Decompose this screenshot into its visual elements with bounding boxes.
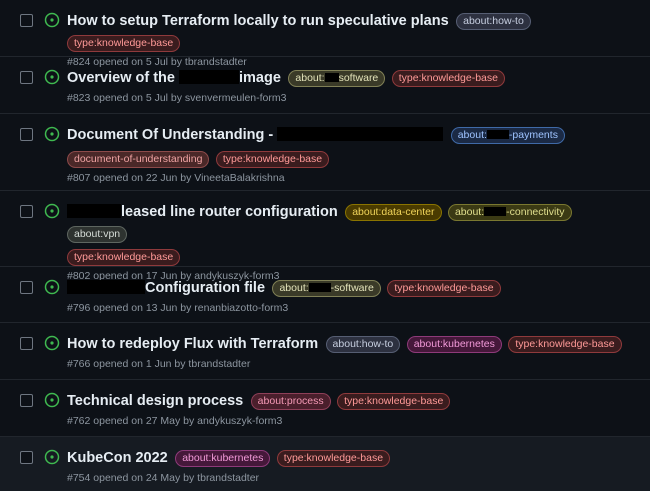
label-about-software[interactable]: about: -software (272, 280, 381, 297)
issue-meta: #754 opened on 24 May by tbrandstadter (67, 472, 260, 484)
issue-row: How to redeploy Flux with Terraform abou… (0, 323, 650, 380)
title-part: Configuration file (145, 280, 266, 296)
issue-row: KubeCon 2022 about:kubernetes type:knowl… (0, 437, 650, 491)
label-about-how-to[interactable]: about:how-to (456, 13, 531, 30)
label-about-kubernetes[interactable]: about:kubernetes (175, 450, 271, 467)
issue-checkbox[interactable] (20, 394, 33, 407)
label-part: software (338, 72, 379, 84)
label-type-knowledge-base[interactable]: type:knowledge-base (391, 70, 505, 87)
issue-row: leased line router configuration about:d… (0, 191, 650, 282)
label-part: about: (457, 129, 487, 141)
issue-checkbox[interactable] (20, 281, 33, 294)
issue-checkbox[interactable] (20, 451, 33, 464)
issue-opened-icon (44, 335, 60, 351)
issue-opened-icon (44, 449, 60, 465)
redaction-block (486, 130, 509, 139)
issue-meta: #766 opened on 1 Jun by tbrandstadter (67, 358, 251, 370)
issue-row: Technical design process about:process t… (0, 380, 650, 437)
redaction-block (484, 207, 507, 216)
label-type-knowledge-base[interactable]: type:knowledge-base (67, 249, 181, 266)
label-about-connectivity[interactable]: about: -connectivity (447, 204, 572, 221)
issue-row: Overview of the image about: software typ… (0, 57, 650, 114)
label-about-data-center[interactable]: about:data-center (345, 204, 442, 221)
label-part: -software (330, 282, 374, 294)
issue-opened-icon (44, 279, 60, 295)
issue-checkbox[interactable] (20, 71, 33, 84)
issue-opened-icon (44, 12, 60, 28)
label-about-process[interactable]: about:process (250, 393, 331, 410)
redaction-block (67, 204, 121, 218)
issue-row: Configuration file about: -software type:… (0, 267, 650, 323)
issue-opened-icon (44, 392, 60, 408)
title-part: image (239, 70, 281, 86)
label-part: -payments (508, 129, 558, 141)
redaction-block (324, 73, 339, 82)
issue-meta: #796 opened on 13 Jun by renanbiazotto-f… (67, 302, 289, 314)
label-part: -connectivity (506, 206, 565, 218)
issue-meta: #823 opened on 5 Jul by svenvermeulen-fo… (67, 92, 287, 104)
label-document-of-understanding[interactable]: document-of-understanding (67, 151, 210, 168)
issue-title-link[interactable]: How to redeploy Flux with Terraform (67, 336, 318, 352)
label-about-payments[interactable]: about: -payments (450, 127, 565, 144)
issue-meta: #762 opened on 27 May by andykuszyk-form… (67, 415, 283, 427)
redaction-block (277, 127, 444, 141)
label-about-software[interactable]: about: software (288, 70, 386, 87)
issue-row: Document Of Understanding - about: -payme… (0, 114, 650, 191)
redaction-block (179, 70, 240, 84)
issue-title-link[interactable]: KubeCon 2022 (67, 450, 168, 466)
label-type-knowledge-base[interactable]: type:knowledge-base (67, 35, 181, 52)
issue-title-link[interactable]: Document Of Understanding - (67, 127, 444, 143)
issue-title-link[interactable]: leased line router configuration (67, 204, 338, 220)
issue-row: How to setup Terraform locally to run sp… (0, 0, 650, 68)
redaction-block (67, 280, 145, 294)
redaction-block (308, 283, 331, 292)
issue-title-link[interactable]: Technical design process (67, 393, 243, 409)
issue-opened-icon (44, 126, 60, 142)
issue-opened-icon (44, 203, 60, 219)
title-part: leased line router configuration (121, 204, 338, 220)
issue-checkbox[interactable] (20, 128, 33, 141)
label-part: about: (295, 72, 325, 84)
label-part: about: (454, 206, 485, 218)
label-type-knowledge-base[interactable]: type:knowledge-base (387, 280, 501, 297)
issue-title-link[interactable]: Configuration file (67, 280, 265, 296)
issue-list: How to setup Terraform locally to run sp… (0, 0, 650, 491)
label-about-how-to[interactable]: about:how-to (325, 336, 401, 353)
title-part: Document Of Understanding - (67, 127, 274, 143)
label-type-knowledge-base[interactable]: type:knowledge-base (337, 393, 451, 410)
issue-checkbox[interactable] (20, 337, 33, 350)
label-about-kubernetes[interactable]: about:kubernetes (406, 336, 502, 353)
issue-title-link[interactable]: How to setup Terraform locally to run sp… (67, 13, 449, 29)
title-part: Overview of the (67, 70, 175, 86)
issue-title-link[interactable]: Overview of the image (67, 70, 281, 86)
label-type-knowledge-base[interactable]: type:knowledge-base (508, 336, 622, 353)
label-part: about: (279, 282, 309, 294)
issue-checkbox[interactable] (20, 14, 33, 27)
label-about-vpn[interactable]: about:vpn (67, 226, 128, 243)
label-type-knowledge-base[interactable]: type:knowledge-base (215, 151, 330, 168)
issue-checkbox[interactable] (20, 205, 33, 218)
issue-opened-icon (44, 69, 60, 85)
label-type-knowledge-base[interactable]: type:knowledge-base (276, 450, 391, 467)
issue-meta: #807 opened on 22 Jun by VineetaBalakris… (67, 172, 285, 184)
